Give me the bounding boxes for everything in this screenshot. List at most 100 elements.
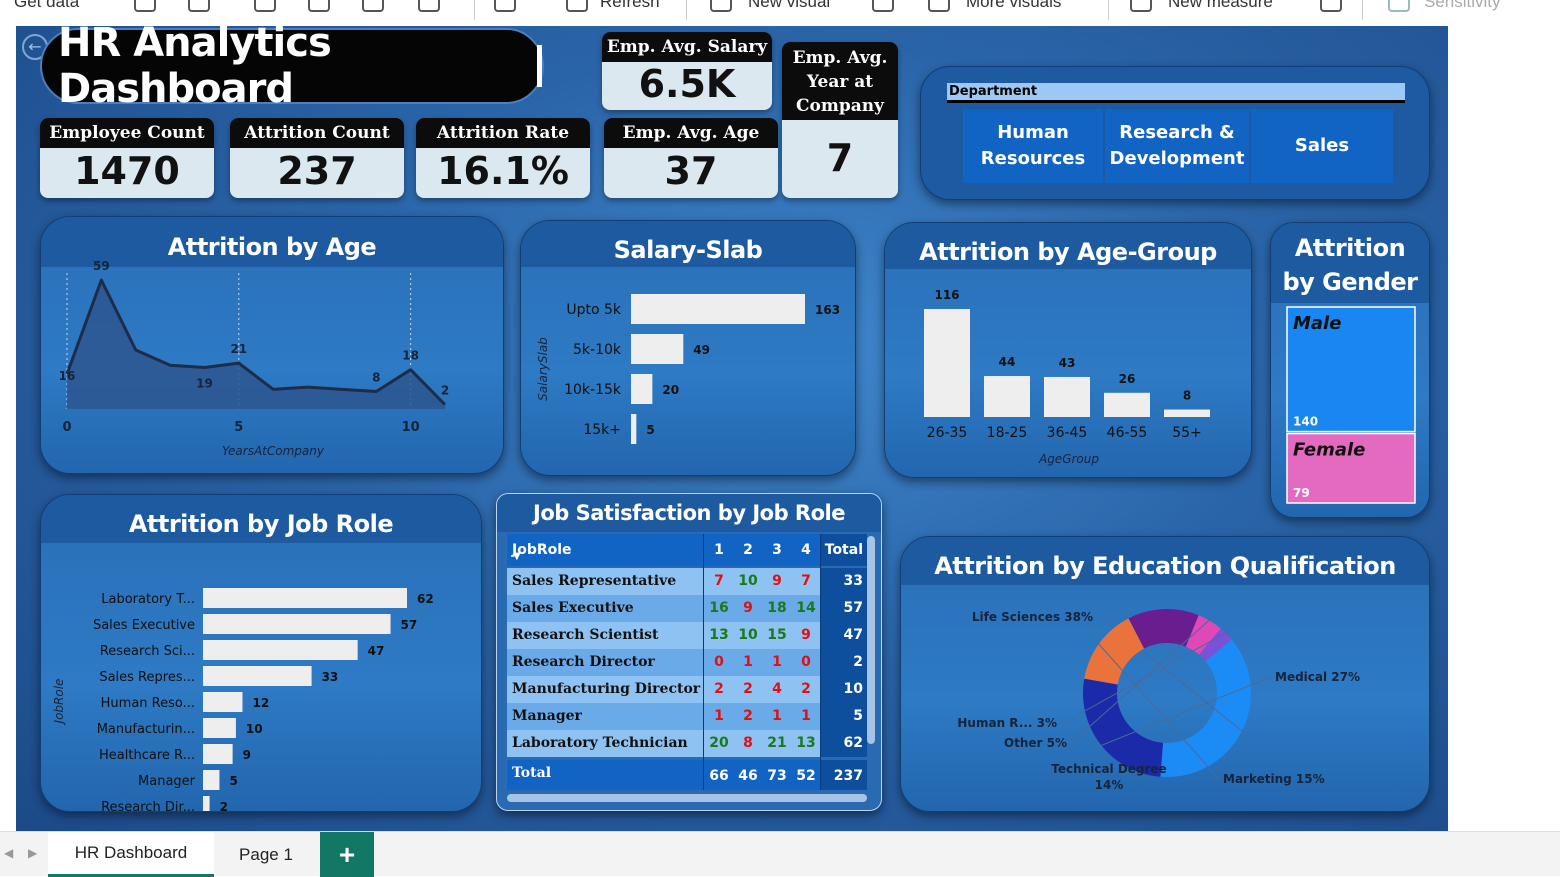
- bar: [1164, 409, 1210, 417]
- tab-hr-dashboard[interactable]: HR Dashboard: [48, 832, 214, 877]
- new-visual-button[interactable]: New visual: [748, 0, 830, 12]
- salary-slab-panel[interactable]: Salary-Slab Upto 5k 163 5k-10k 49 10k-15k 20 1…: [520, 220, 856, 476]
- table-cell-value: 9: [743, 600, 753, 616]
- kpi-label-line: Company: [796, 96, 884, 116]
- text-cursor: [536, 45, 542, 87]
- kpi-value: 1470: [74, 149, 180, 193]
- attrition-by-gender-panel[interactable]: Attrition by Gender Male 140 Female 79: [1270, 222, 1430, 518]
- table-cell-value: 10: [738, 573, 758, 589]
- data-label: 26: [1119, 372, 1136, 386]
- kpi-avg-salary[interactable]: Emp. Avg. Salary 6.5K: [602, 32, 772, 110]
- table-cell-jobrole: Manufacturing Director: [512, 681, 701, 697]
- department-option-sales[interactable]: Sales: [1251, 109, 1393, 183]
- data-label: 49: [693, 343, 710, 357]
- data-hub-icon[interactable]: [188, 0, 210, 12]
- excel-icon[interactable]: [134, 0, 156, 12]
- slice-label: Marketing 15%: [1223, 772, 1325, 786]
- column-header: 3: [772, 542, 782, 558]
- table-cell-value: 10: [738, 627, 758, 643]
- slice-label: Human R... 3%: [957, 716, 1057, 730]
- kpi-value: 6.5K: [638, 62, 736, 106]
- kpi-label: Emp. Avg. Age: [604, 118, 778, 148]
- transform-data-icon[interactable]: [494, 0, 516, 12]
- table-cell-value: 20: [709, 735, 729, 751]
- bar: [203, 770, 220, 790]
- y-axis-title: SalarySlab: [536, 337, 550, 401]
- x-tick-label: 0: [62, 420, 71, 435]
- table-row: Research Scientist 13 10 15 9 47: [507, 622, 867, 649]
- slice-label: Technical Degree: [1051, 762, 1166, 776]
- text-box-icon[interactable]: [872, 0, 894, 12]
- category-label: 46-55: [1107, 425, 1148, 441]
- kpi-employee-count[interactable]: Employee Count 1470: [40, 118, 214, 198]
- horizontal-scrollbar[interactable]: [507, 794, 867, 802]
- table-cell-value: 13: [796, 735, 816, 751]
- bar: [203, 666, 312, 686]
- department-option-research-development[interactable]: Research & Development: [1105, 109, 1249, 183]
- recent-sources-icon[interactable]: [418, 0, 440, 12]
- data-label: 116: [934, 288, 959, 302]
- sort-descending-icon: ▼: [513, 551, 521, 562]
- add-page-button[interactable]: +: [320, 832, 374, 877]
- ribbon-divider: [686, 0, 687, 20]
- more-visuals-button[interactable]: More visuals: [966, 0, 1061, 12]
- category-label: 15k+: [583, 422, 621, 438]
- attrition-by-age-panel[interactable]: Attrition by Age 16 59 19 21 8 18 2 0 5 10 YearsAt…: [40, 216, 504, 474]
- sql-icon[interactable]: [254, 0, 276, 12]
- table-cell-total: 2: [821, 649, 867, 676]
- attrition-by-job-role-panel[interactable]: Attrition by Job Role Laboratory T... 62 S…: [40, 494, 482, 812]
- table-cell-value: 2: [801, 681, 811, 697]
- data-label: 5: [229, 774, 237, 788]
- enter-data-icon[interactable]: [308, 0, 330, 12]
- table-row: Sales Representative 7 10 9 7 33: [507, 568, 867, 595]
- table-cell-jobrole: Laboratory Technician: [512, 735, 688, 751]
- quick-measure-icon[interactable]: [1320, 0, 1342, 12]
- bar: [631, 414, 637, 444]
- bar: [631, 374, 653, 404]
- column-header-jobrole: JobRole: [512, 542, 572, 558]
- attrition-by-age-group-panel[interactable]: Attrition by Age-Group 116 26-35 44 18-25 43…: [884, 222, 1252, 478]
- refresh-icon[interactable]: [566, 0, 588, 12]
- department-option-human-resources[interactable]: Human Resources: [963, 109, 1103, 183]
- kpi-value: 16.1%: [437, 149, 569, 193]
- canvas-margin: [1448, 26, 1560, 831]
- attrition-by-gender-chart: Male 140 Female 79: [1286, 306, 1416, 504]
- kpi-avg-age[interactable]: Emp. Avg. Age 37: [604, 118, 778, 198]
- attrition-by-age-chart: 16 59 19 21 8 18 2 0 5 10 YearsAtCompany: [59, 259, 450, 458]
- tab-scroll-right-icon[interactable]: ▶: [28, 846, 37, 860]
- new-measure-button[interactable]: New measure: [1168, 0, 1273, 12]
- table-row: Research Director 0 1 1 0 2: [507, 649, 867, 676]
- sensitivity-icon[interactable]: [1388, 0, 1410, 12]
- data-label: 43: [1059, 356, 1076, 370]
- tab-page-1[interactable]: Page 1: [214, 832, 318, 877]
- total-row-value: 66: [709, 768, 729, 784]
- kpi-avg-years-at-company[interactable]: Emp. Avg. Year at Company 7: [782, 42, 898, 198]
- slice-label: Medical 27%: [1275, 670, 1360, 684]
- column-header: 1: [714, 542, 724, 558]
- vertical-scrollbar[interactable]: [867, 536, 875, 744]
- data-label: 79: [1293, 486, 1310, 500]
- dataverse-icon[interactable]: [362, 0, 384, 12]
- sensitivity-button[interactable]: Sensitivity: [1424, 0, 1501, 12]
- bar: [203, 588, 407, 608]
- category-label: 55+: [1172, 425, 1202, 441]
- kpi-attrition-rate[interactable]: Attrition Rate 16.1%: [416, 118, 590, 198]
- total-row-grand-total: 237: [821, 760, 867, 790]
- kpi-value: 7: [826, 136, 854, 180]
- category-label: 5k-10k: [573, 342, 622, 358]
- category-label: 36-45: [1047, 425, 1088, 441]
- refresh-button[interactable]: Refresh: [600, 0, 660, 12]
- new-measure-icon[interactable]: [1130, 0, 1152, 12]
- data-label: 44: [999, 355, 1016, 369]
- more-visuals-icon[interactable]: [928, 0, 950, 12]
- new-visual-icon[interactable]: [710, 0, 732, 12]
- attrition-by-education-panel[interactable]: Attrition by Education Qualification Lif…: [900, 536, 1430, 812]
- bar: [631, 334, 684, 364]
- tab-scroll-left-icon[interactable]: ◀: [4, 846, 13, 860]
- x-axis-title: AgeGroup: [1038, 452, 1099, 466]
- bar: [631, 294, 805, 324]
- job-satisfaction-table[interactable]: Job Satisfaction by Job Role JobRole ▼ 1 2 3…: [496, 493, 882, 811]
- data-label: 47: [368, 644, 385, 658]
- kpi-attrition-count[interactable]: Attrition Count 237: [230, 118, 404, 198]
- get-data-button[interactable]: Get data: [14, 0, 79, 12]
